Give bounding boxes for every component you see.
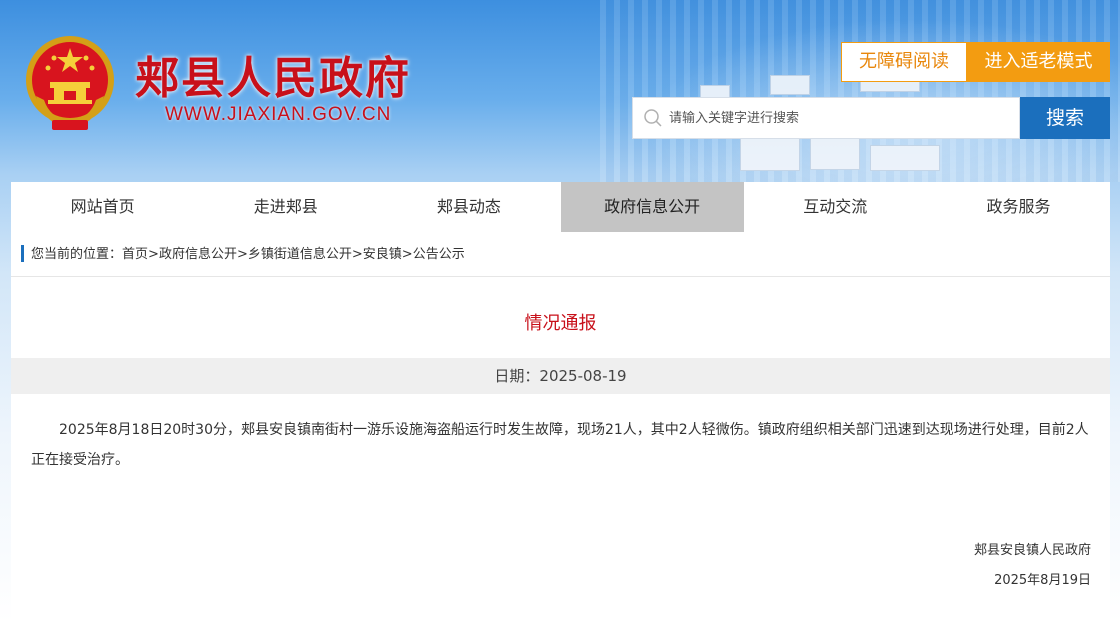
article: 情况通报 日期：2025-08-19 2025年8月18日20时30分，郏县安良… xyxy=(11,277,1110,623)
article-title: 情况通报 xyxy=(524,313,597,334)
breadcrumb-separator: > xyxy=(351,247,363,262)
breadcrumb-link-township-info[interactable]: 乡镇街道信息公开 xyxy=(248,247,352,262)
article-body: 2025年8月18日20时30分，郏县安良镇南街村一游乐设施海盗船运行时发生故障… xyxy=(31,422,1089,468)
search-input[interactable] xyxy=(669,98,1014,138)
city-banner xyxy=(600,0,1120,182)
breadcrumb: 您当前的位置：首页>政府信息公开>乡镇街道信息公开>安良镇>公告公示 xyxy=(11,232,1110,277)
breadcrumb-marker xyxy=(21,245,24,262)
breadcrumb-link-notices[interactable]: 公告公示 xyxy=(413,247,465,262)
breadcrumb-separator: > xyxy=(148,247,159,262)
nav-item-about[interactable]: 走进郏县 xyxy=(194,182,377,232)
breadcrumb-link-gov-info[interactable]: 政府信息公开 xyxy=(159,247,237,262)
breadcrumb-prefix: 您当前的位置： xyxy=(31,247,123,262)
site-title: 郏县人民政府 xyxy=(135,53,411,104)
search-box xyxy=(632,97,1020,139)
breadcrumb-separator: > xyxy=(236,247,248,262)
elder-mode-button[interactable]: 进入适老模式 xyxy=(967,42,1110,82)
national-emblem-icon xyxy=(26,36,114,130)
nav-item-news[interactable]: 郏县动态 xyxy=(377,182,560,232)
nav-item-gov-info[interactable]: 政府信息公开 xyxy=(560,182,744,232)
main-nav: 网站首页 走进郏县 郏县动态 政府信息公开 互动交流 政务服务 xyxy=(11,182,1110,232)
search-button[interactable]: 搜索 xyxy=(1020,97,1110,139)
accessible-reading-button[interactable]: 无障碍阅读 xyxy=(841,42,967,82)
breadcrumb-separator: > xyxy=(401,247,413,262)
breadcrumb-link-home[interactable]: 首页 xyxy=(122,247,148,262)
breadcrumb-link-anliang[interactable]: 安良镇 xyxy=(363,247,402,262)
signature-org: 郏县安良镇人民政府 xyxy=(973,543,1091,558)
nav-item-services[interactable]: 政务服务 xyxy=(927,182,1110,232)
signature-date: 2025年8月19日 xyxy=(994,573,1091,588)
site-url: WWW.JIAXIAN.GOV.CN xyxy=(165,104,392,125)
site-header: 郏县人民政府 WWW.JIAXIAN.GOV.CN 无障碍阅读 进入适老模式 搜… xyxy=(0,0,1120,182)
nav-item-home[interactable]: 网站首页 xyxy=(11,182,194,232)
article-date: 日期：2025-08-19 xyxy=(11,358,1110,394)
breadcrumb-trail: 您当前的位置：首页>政府信息公开>乡镇街道信息公开>安良镇>公告公示 xyxy=(31,232,465,277)
search-icon xyxy=(644,109,662,127)
nav-item-interaction[interactable]: 互动交流 xyxy=(744,182,927,232)
